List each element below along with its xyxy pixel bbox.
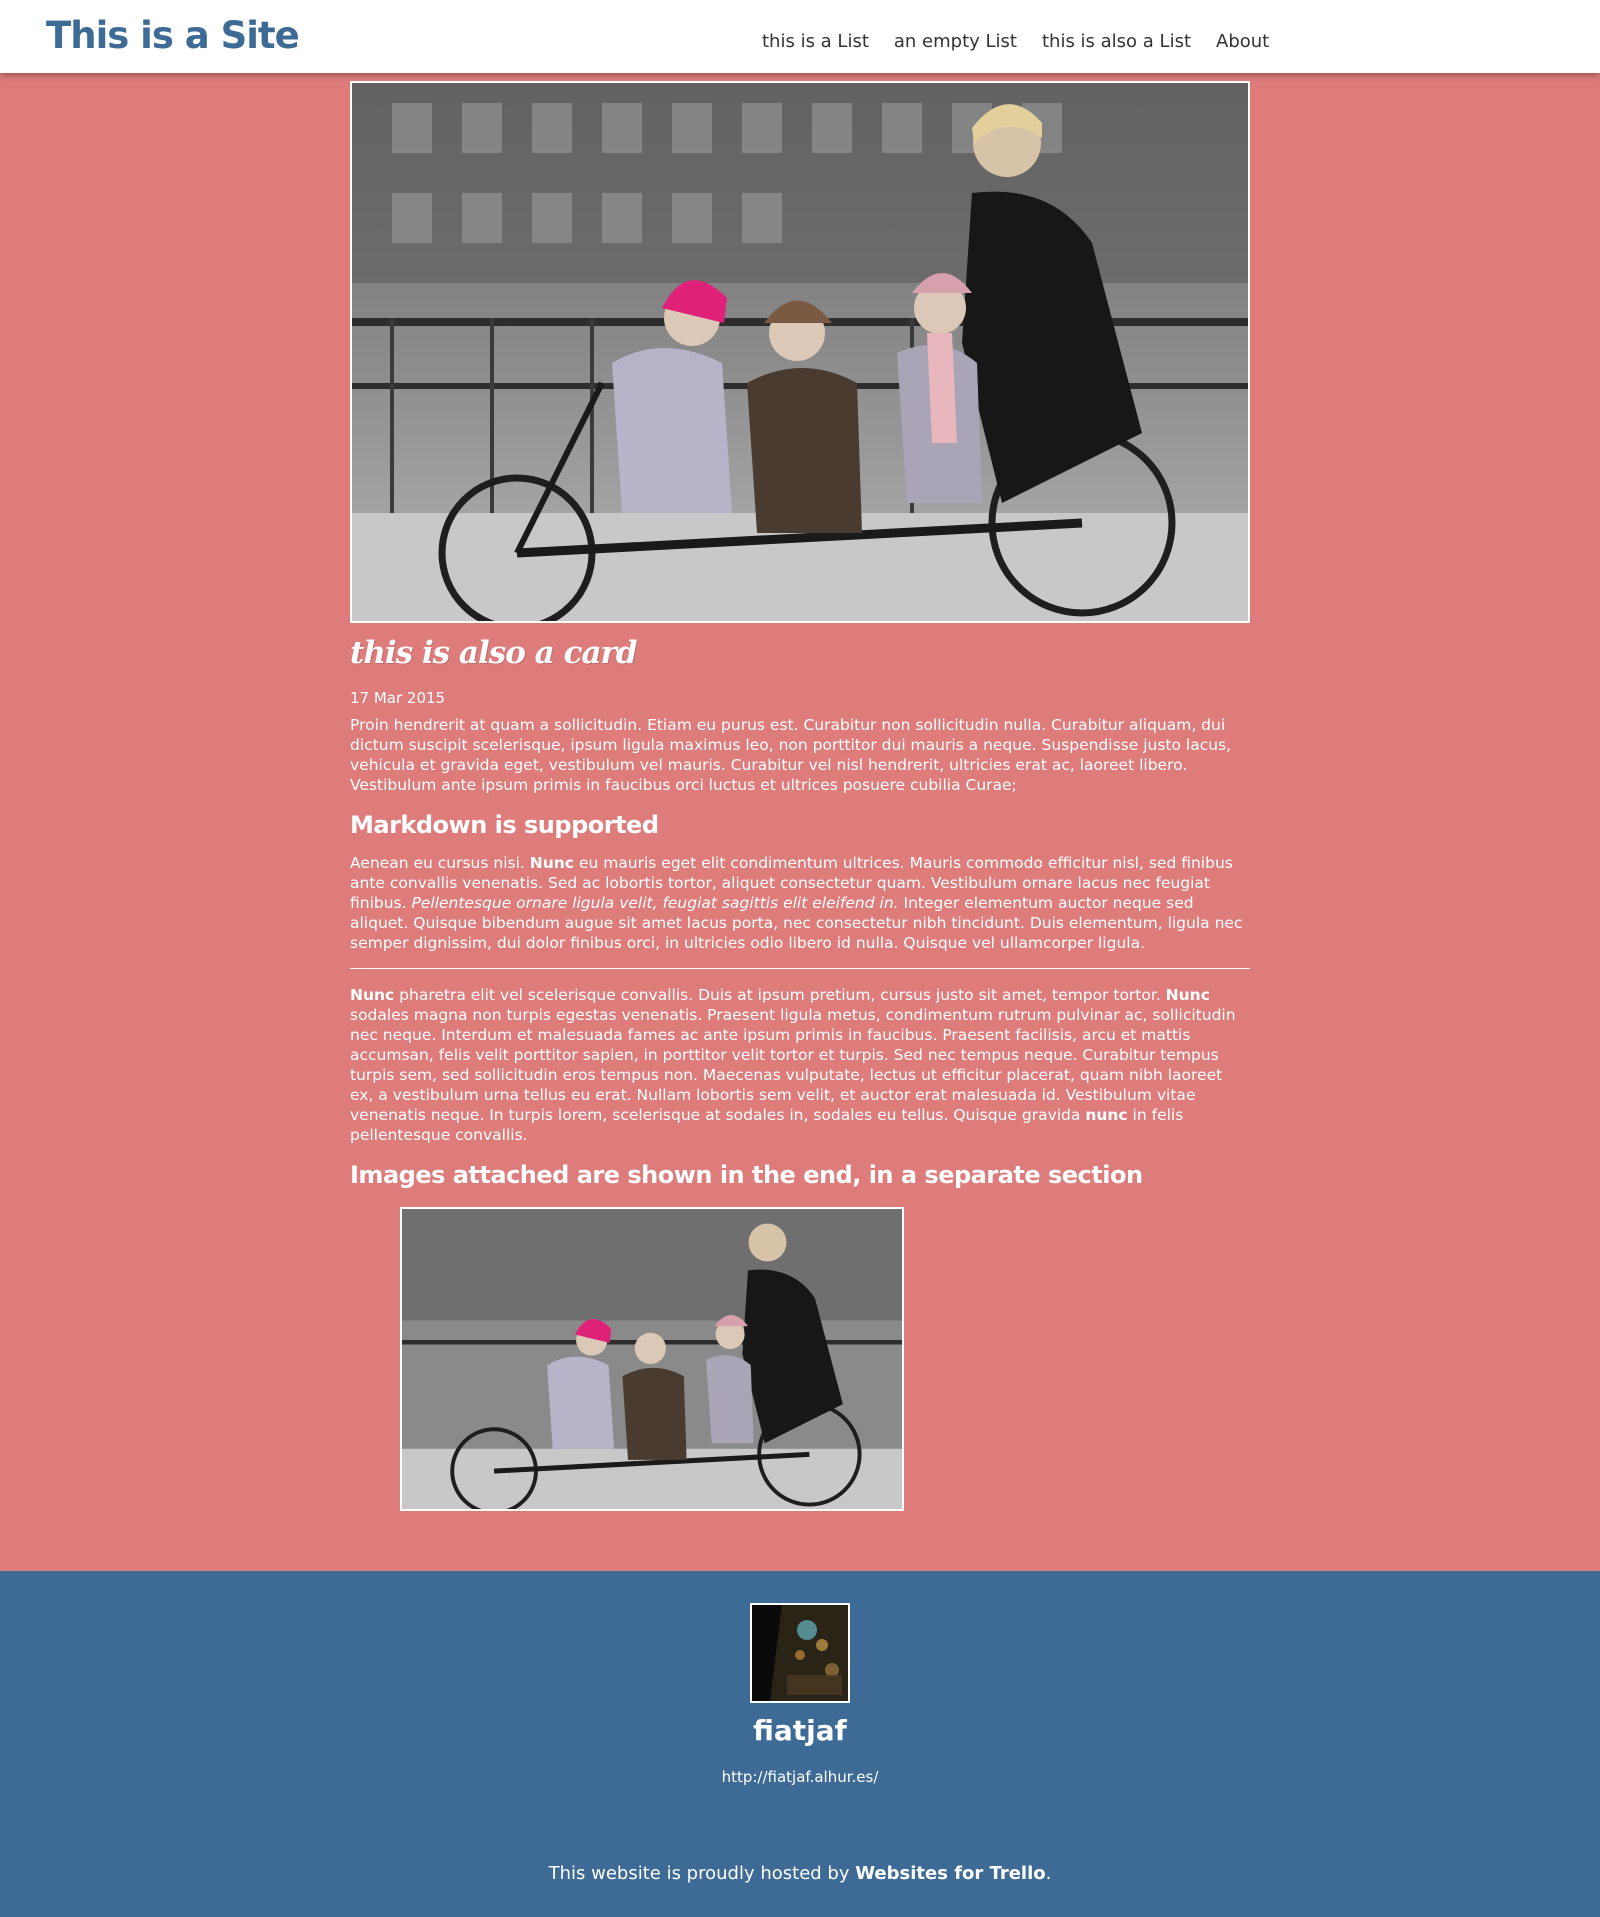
author-url-link[interactable]: http://fiatjaf.alhur.es/ [0, 1768, 1600, 1786]
author-name: fiatjaf [753, 1714, 847, 1747]
markdown-heading: Markdown is supported [350, 811, 659, 839]
text-run: Aenean eu cursus nisi. [350, 854, 530, 872]
bold-text: Nunc [529, 854, 574, 872]
top-bar: This is a Site this is a List an empty L… [0, 0, 1600, 73]
nav-item-an-empty-list[interactable]: an empty List [894, 31, 1017, 52]
italic-text: Pellentesque ornare ligula velit, feugia… [411, 894, 899, 912]
divider [350, 968, 1250, 969]
bold-text: Nunc [1165, 986, 1210, 1004]
markdown-paragraph-1: Aenean eu cursus nisi. Nunc eu mauris eg… [350, 853, 1250, 953]
footer: fiatjaf http://fiatjaf.alhur.es/ This we… [0, 1571, 1600, 1917]
markdown-paragraph-2: Nunc pharetra elit vel scelerisque conva… [350, 985, 1250, 1145]
tandem-bicycle-thumbnail [402, 1209, 902, 1509]
tandem-bicycle-photo [352, 83, 1248, 621]
websites-for-trello-link[interactable]: Websites for Trello [855, 1863, 1045, 1884]
nav-item-this-is-also-a-list[interactable]: this is also a List [1042, 31, 1191, 52]
author-avatar-image [752, 1605, 848, 1701]
card-cover-image [350, 81, 1250, 623]
attachments-section [350, 1207, 1250, 1511]
nav-item-about[interactable]: About [1216, 31, 1269, 52]
bold-text: nunc [1085, 1106, 1128, 1124]
card-description: Proin hendrerit at quam a sollicitudin. … [350, 716, 1232, 794]
hosted-by-text: This website is proudly hosted by Websit… [0, 1863, 1600, 1884]
main-nav: this is a List an empty List this is als… [762, 31, 1269, 52]
hosted-by-suffix: . [1045, 1863, 1052, 1884]
nav-item-this-is-a-list[interactable]: this is a List [762, 31, 869, 52]
attachments-heading: Images attached are shown in the end, in… [350, 1161, 1143, 1189]
card-date: 17 Mar 2015 [350, 689, 446, 707]
attachment-image[interactable] [400, 1207, 904, 1511]
bold-text: Nunc [350, 986, 395, 1004]
text-run: pharetra elit vel scelerisque convallis.… [394, 986, 1166, 1004]
site-title[interactable]: This is a Site [46, 14, 300, 57]
avatar[interactable] [750, 1603, 850, 1703]
card-title: this is also a card [350, 635, 638, 671]
card-detail: this is also a card 17 Mar 2015 Proin he… [350, 81, 1250, 1511]
hosted-by-prefix: This website is proudly hosted by [548, 1863, 856, 1884]
